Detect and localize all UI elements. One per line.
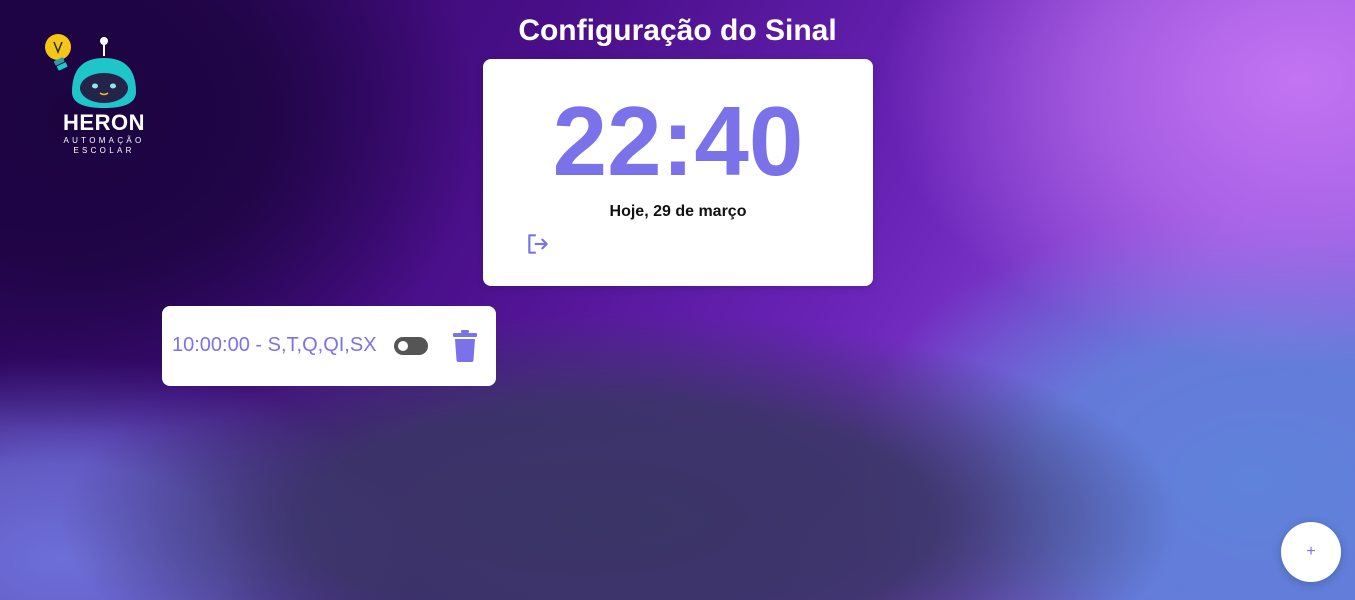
delete-schedule-button[interactable]: [452, 330, 478, 362]
clock-time: 22:40: [552, 86, 804, 196]
clock-date: Hoje, 29 de março: [609, 203, 747, 220]
logout-button[interactable]: [525, 231, 551, 257]
clock-card: 22:40 Hoje, 29 de março: [483, 59, 873, 286]
trash-icon: [453, 330, 477, 362]
toggle-knob: [398, 341, 408, 351]
logo-subtitle-line1: AUTOMAÇÃO: [63, 136, 145, 145]
logo-title: HERON: [63, 110, 145, 135]
page-title: Configuração do Sinal: [518, 14, 837, 47]
logo-subtitle-line2: ESCOLAR: [73, 146, 135, 155]
logout-icon: [528, 234, 548, 254]
schedule-card: 10:00:00 - S,T,Q,QI,SX: [162, 306, 496, 386]
schedule-toggle[interactable]: [394, 337, 428, 355]
add-schedule-button[interactable]: +: [1281, 522, 1341, 582]
schedule-label: 10:00:00 - S,T,Q,QI,SX: [172, 334, 377, 356]
heron-logo: HERON AUTOMAÇÃO ESCOLAR: [40, 32, 152, 160]
